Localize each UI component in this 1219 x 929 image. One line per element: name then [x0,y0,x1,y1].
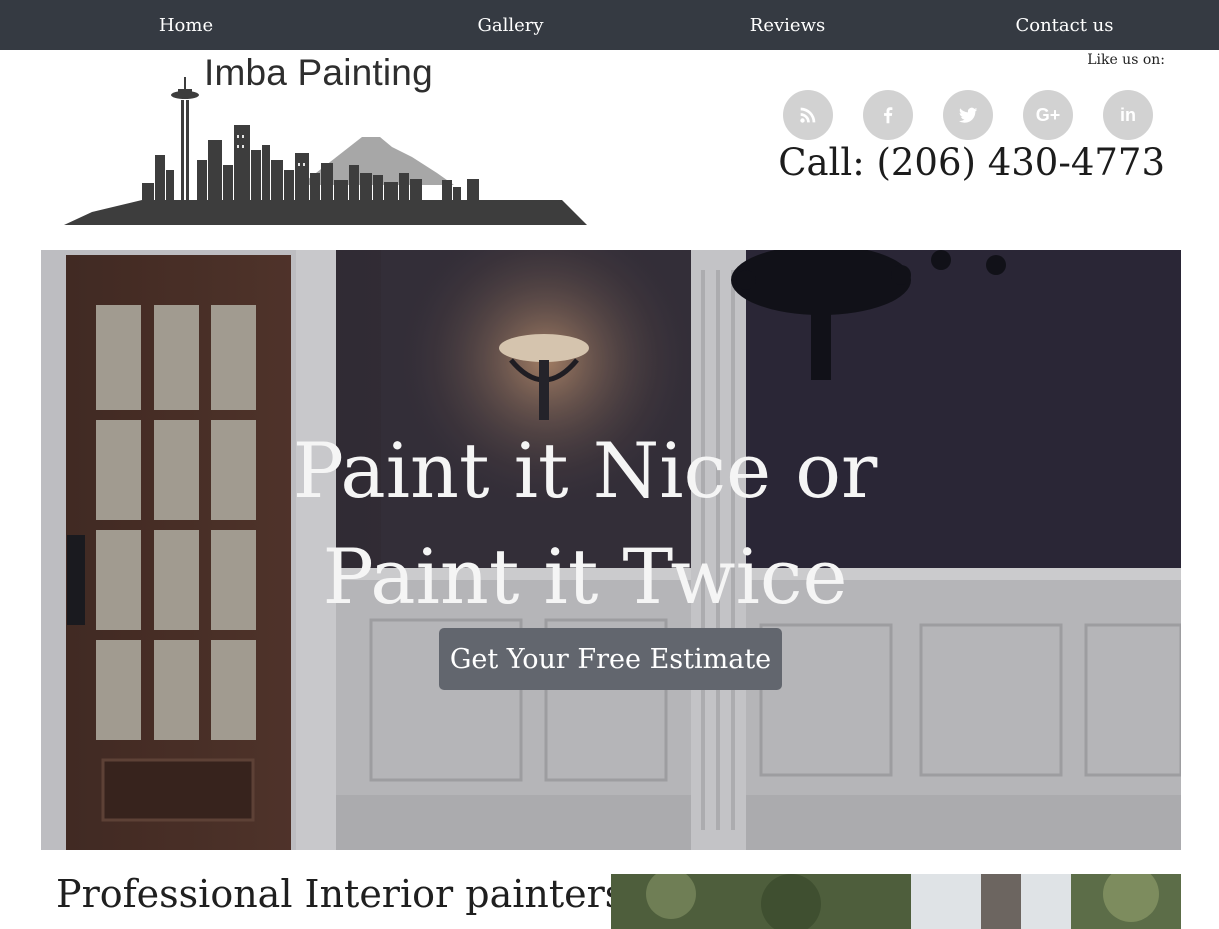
twitter-icon[interactable] [943,90,993,140]
facebook-icon[interactable] [863,90,913,140]
logo-text: Imba Painting [204,52,433,93]
phone-number[interactable]: Call: (206) 430-4773 [778,141,1165,184]
nav-gallery[interactable]: Gallery [372,0,649,50]
hero-headline-line-2: Paint it Twice [322,532,848,621]
like-us-label: Like us on: [1087,52,1165,68]
linkedin-icon[interactable]: in [1103,90,1153,140]
nav-home[interactable]: Home [0,0,372,50]
section-title: Professional Interior painters [56,872,625,916]
social-links: G+ in [783,90,1153,140]
top-nav: Home Gallery Reviews Contact us [0,0,1219,50]
google-plus-icon[interactable]: G+ [1023,90,1073,140]
section-image [611,874,1181,929]
nav-contact-us[interactable]: Contact us [926,0,1203,50]
rss-icon[interactable] [783,90,833,140]
free-estimate-button[interactable]: Get Your Free Estimate [439,628,782,690]
hero-headline-line-1: Paint it Nice or [292,426,878,515]
nav-reviews[interactable]: Reviews [649,0,926,50]
hero-headline: Paint it Nice or Paint it Twice [41,418,1181,630]
hero-banner: Paint it Nice or Paint it Twice Get Your… [41,250,1181,850]
